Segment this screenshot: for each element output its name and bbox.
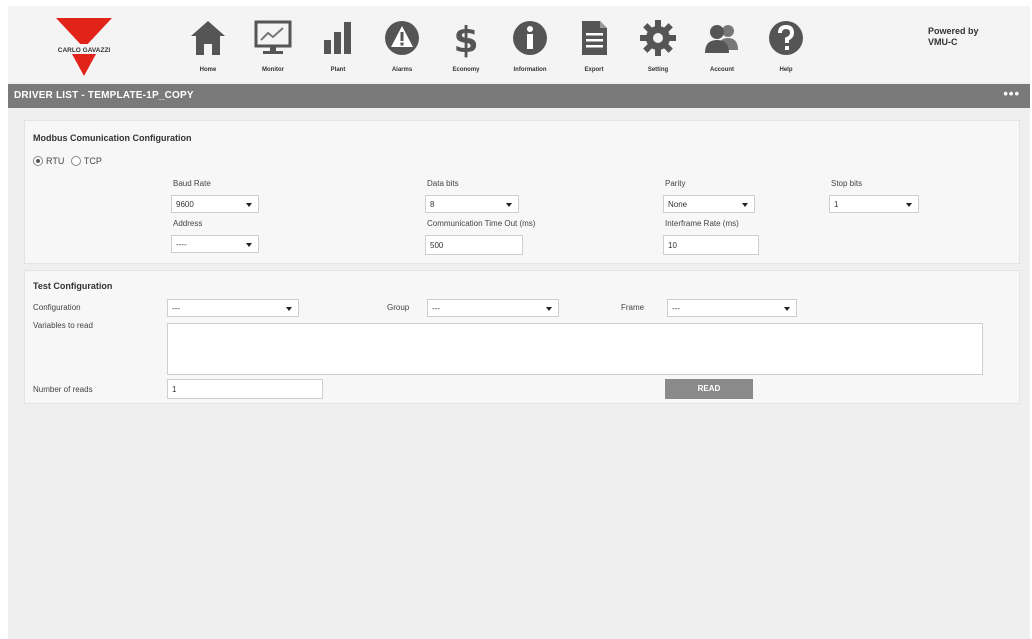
reads-label: Number of reads: [33, 385, 93, 394]
header: CARLO GAVAZZI Home Monitor Plant Alarms …: [8, 6, 1030, 82]
parity-label: Parity: [665, 179, 686, 188]
rtu-radio[interactable]: [33, 155, 43, 166]
configuration-select[interactable]: ---: [167, 299, 299, 317]
home-icon: [191, 21, 225, 55]
variables-label: Variables to read: [33, 321, 93, 330]
nav-label: Information: [513, 67, 547, 73]
protocol-radio-group: RTU TCP: [33, 155, 106, 169]
powered-by-line1: Powered by: [928, 26, 979, 36]
account-icon: [705, 25, 738, 53]
export-icon: [582, 21, 607, 55]
stop-bits-label: Stop bits: [831, 179, 863, 188]
svg-text:$: $: [453, 20, 478, 58]
nav-label: Home: [199, 67, 217, 73]
gear-icon: [640, 20, 676, 56]
address-value: ----: [176, 240, 187, 249]
help-icon: [769, 21, 803, 55]
nav-label: Alarms: [391, 67, 413, 73]
nav-monitor[interactable]: Monitor: [243, 14, 303, 80]
economy-icon: $: [453, 20, 478, 58]
rtu-label: RTU: [46, 155, 65, 166]
page-titlebar: DRIVER LIST - TEMPLATE-1P_COPY •••: [8, 84, 1030, 108]
powered-by: Powered by VMU-C: [928, 26, 1018, 48]
more-options-button[interactable]: •••: [1003, 86, 1020, 101]
nav-setting[interactable]: Setting: [628, 14, 688, 80]
parity-value: None: [668, 200, 688, 209]
frame-value: ---: [672, 304, 680, 313]
baud-rate-select[interactable]: 9600: [171, 195, 259, 213]
stop-bits-value: 1: [834, 200, 839, 209]
nav-home[interactable]: Home: [178, 14, 238, 80]
tcp-label: TCP: [83, 155, 102, 166]
nav-label: Setting: [647, 67, 669, 73]
nav-plant[interactable]: Plant: [308, 14, 368, 80]
timeout-label: Communication Time Out (ms): [427, 219, 536, 228]
stop-bits-select[interactable]: 1: [829, 195, 919, 213]
group-value: ---: [432, 304, 440, 313]
chevron-down-icon: [906, 203, 912, 207]
interframe-label: Interframe Rate (ms): [665, 219, 739, 228]
interframe-input[interactable]: 10: [663, 235, 759, 255]
chevron-down-icon: [286, 307, 292, 311]
parity-select[interactable]: None: [663, 195, 755, 213]
read-button[interactable]: READ: [665, 379, 753, 399]
address-select[interactable]: ----: [171, 235, 259, 253]
alarm-icon: [385, 21, 419, 55]
group-label: Group: [387, 303, 410, 312]
chevron-down-icon: [506, 203, 512, 207]
carlo-gavazzi-logo[interactable]: CARLO GAVAZZI: [52, 14, 116, 78]
nav-label: Help: [779, 67, 793, 73]
app-window: CARLO GAVAZZI Home Monitor Plant Alarms …: [8, 6, 1030, 639]
monitor-icon: [254, 20, 292, 54]
data-bits-select[interactable]: 8: [425, 195, 519, 213]
frame-select[interactable]: ---: [667, 299, 797, 317]
nav-information[interactable]: Information: [500, 14, 560, 80]
nav-help[interactable]: Help: [756, 14, 816, 80]
data-bits-value: 8: [430, 200, 435, 209]
nav-label: Economy: [452, 67, 480, 73]
frame-label: Frame: [621, 303, 645, 312]
nav-label: Account: [710, 67, 734, 73]
nav-export[interactable]: Export: [564, 14, 624, 80]
group-select[interactable]: ---: [427, 299, 559, 317]
plant-icon: [324, 22, 351, 54]
nav-label: Export: [584, 67, 604, 73]
configuration-value: ---: [172, 304, 180, 313]
address-label: Address: [173, 219, 203, 228]
baud-rate-label: Baud Rate: [173, 179, 211, 188]
chevron-down-icon: [246, 243, 252, 247]
modbus-config-title: Modbus Comunication Configuration: [33, 133, 192, 143]
powered-by-line2: VMU-C: [928, 37, 958, 47]
tcp-radio[interactable]: [70, 155, 81, 166]
test-config-panel: Test Configuration Configuration --- Gro…: [24, 270, 1020, 404]
chevron-down-icon: [784, 307, 790, 311]
data-bits-label: Data bits: [427, 179, 459, 188]
timeout-input[interactable]: 500: [425, 235, 523, 255]
modbus-config-panel: Modbus Comunication Configuration RTU TC…: [24, 120, 1020, 264]
configuration-label: Configuration: [33, 303, 81, 312]
nav-label: Plant: [330, 67, 346, 73]
baud-rate-value: 9600: [176, 200, 194, 209]
test-config-title: Test Configuration: [33, 281, 113, 291]
chevron-down-icon: [742, 203, 748, 207]
nav-account[interactable]: Account: [692, 14, 752, 80]
nav-alarms[interactable]: Alarms: [372, 14, 432, 80]
nav-label: Monitor: [262, 67, 284, 73]
svg-text:CARLO GAVAZZI: CARLO GAVAZZI: [58, 47, 111, 54]
variables-textarea[interactable]: [167, 323, 983, 375]
nav-economy[interactable]: $ Economy: [436, 14, 496, 80]
reads-input[interactable]: 1: [167, 379, 323, 399]
chevron-down-icon: [246, 203, 252, 207]
chevron-down-icon: [546, 307, 552, 311]
page-title: DRIVER LIST - TEMPLATE-1P_COPY: [14, 90, 194, 101]
information-icon: [513, 21, 547, 55]
